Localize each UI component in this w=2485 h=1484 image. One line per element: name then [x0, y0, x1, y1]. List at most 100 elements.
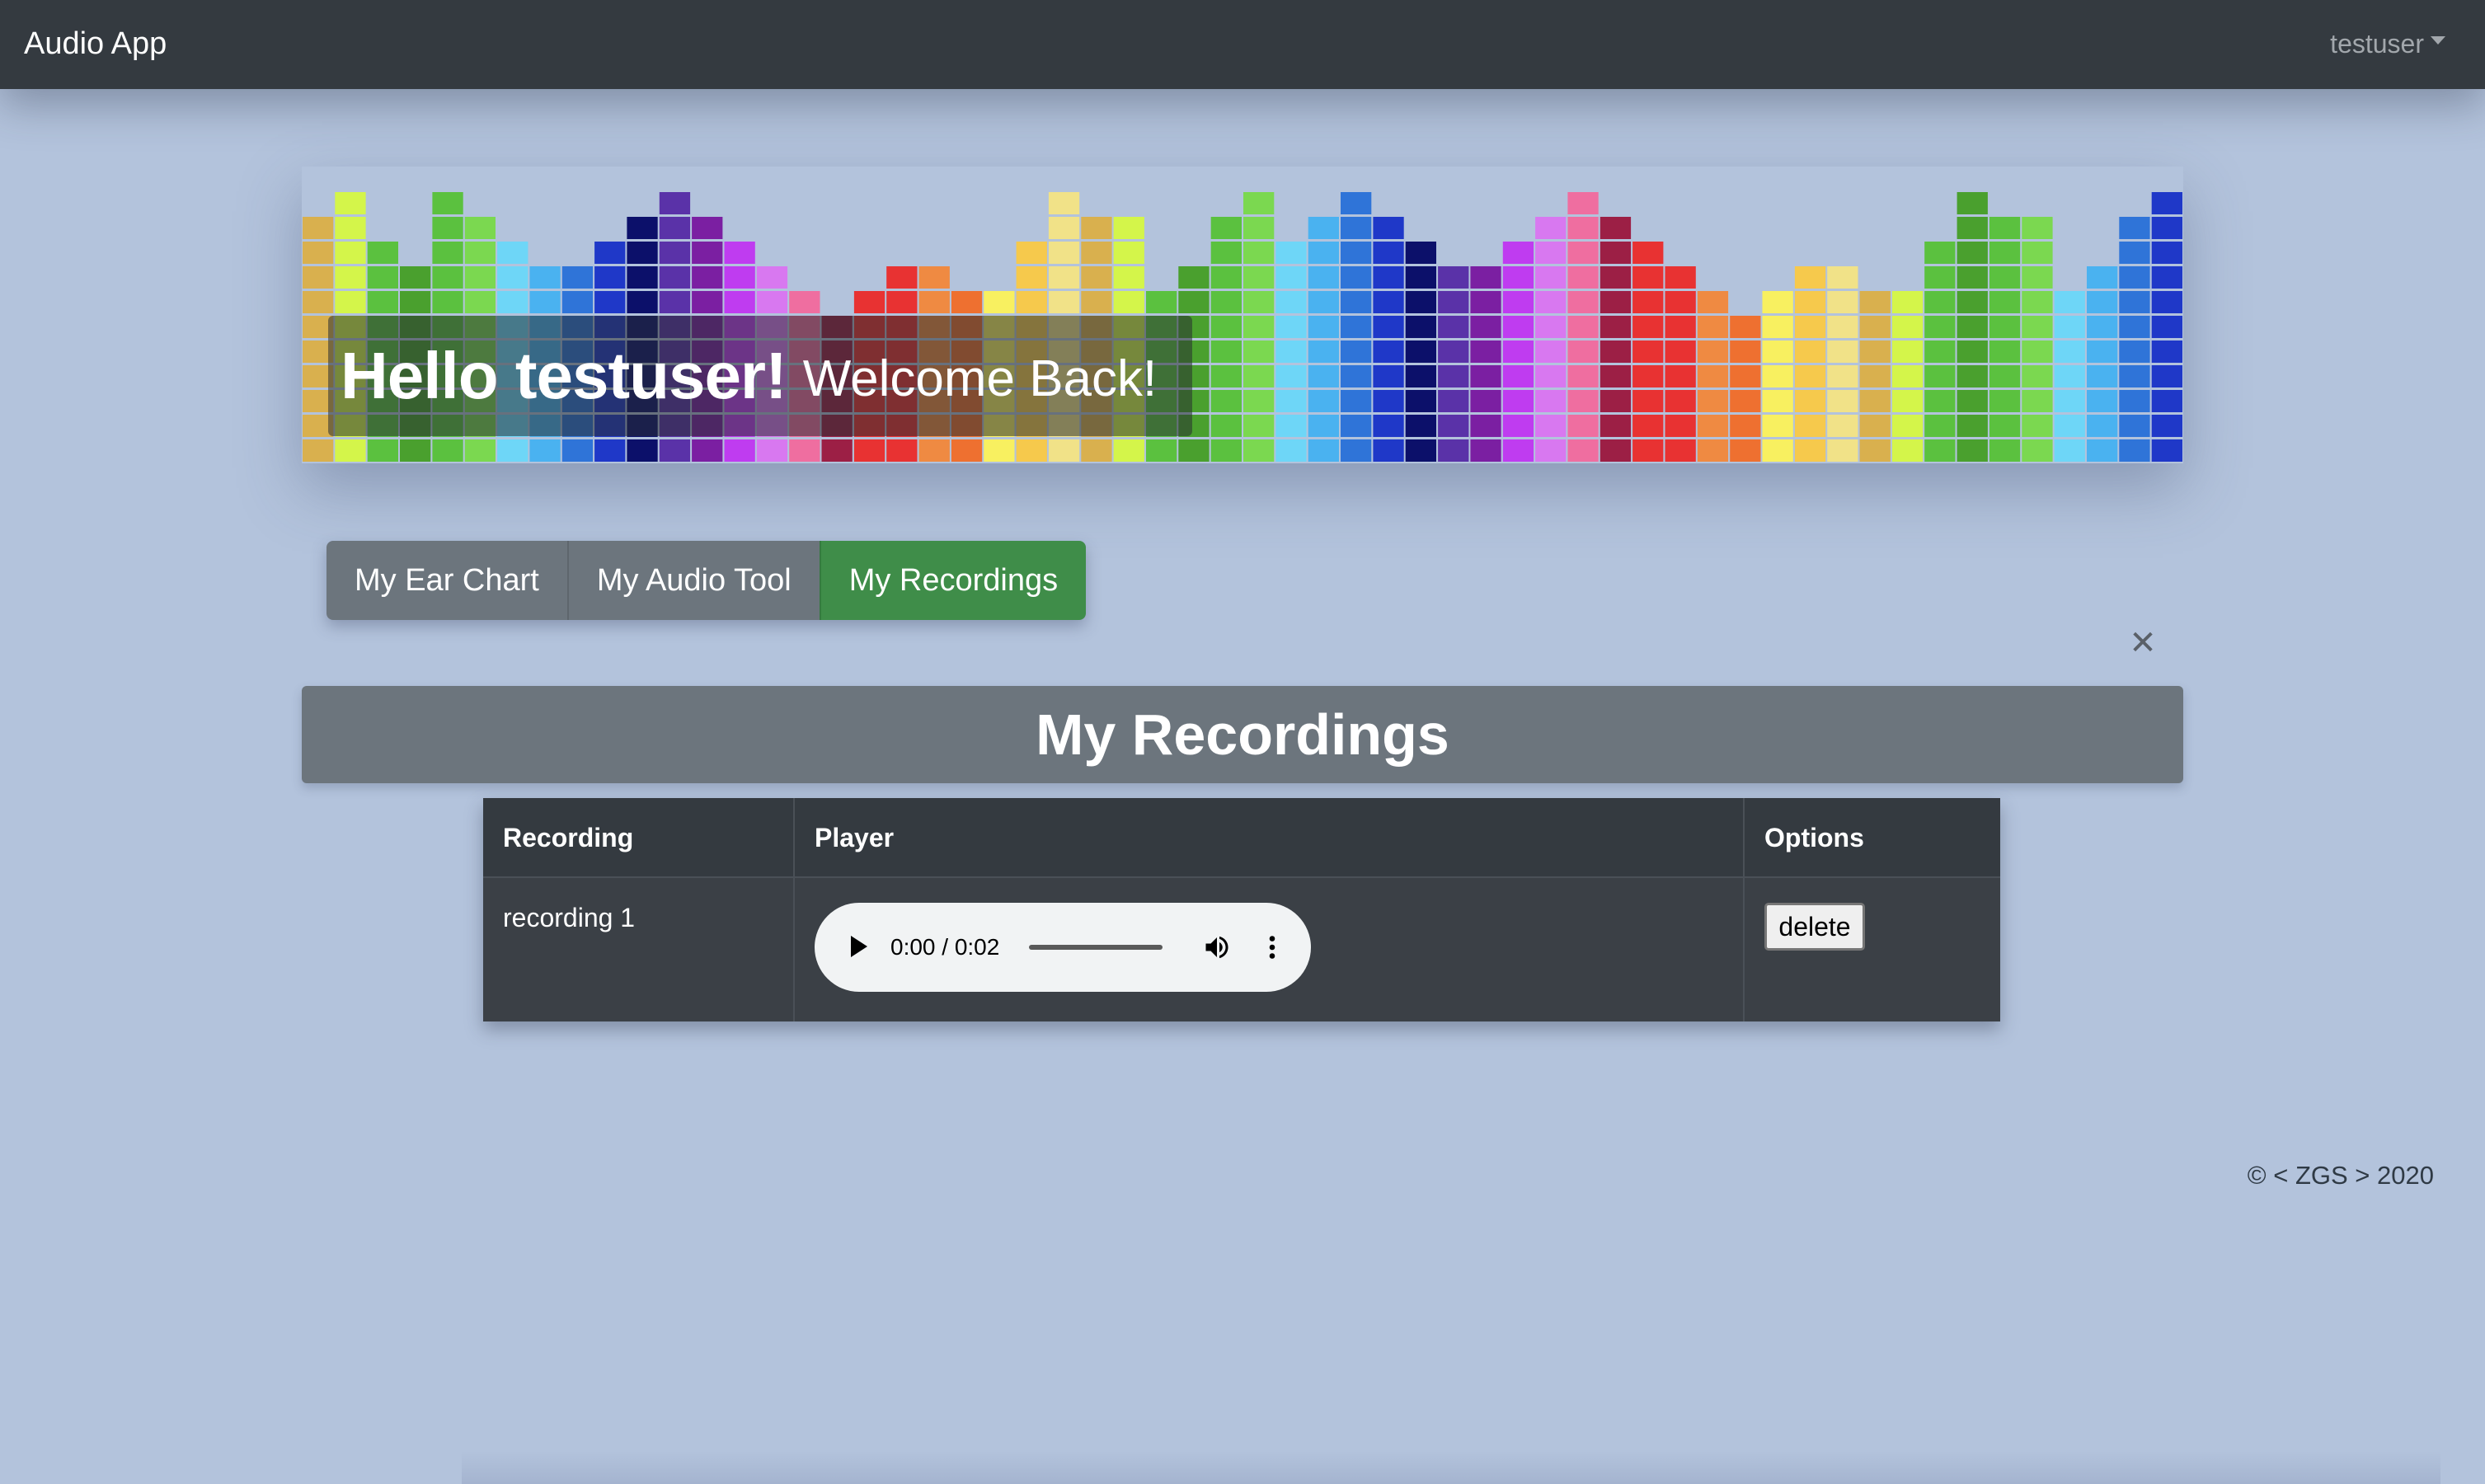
- play-icon[interactable]: [851, 936, 867, 957]
- tab-my-ear-chart[interactable]: My Ear Chart: [326, 541, 567, 620]
- equalizer-segment: [1891, 439, 1924, 462]
- equalizer-segment: [2119, 217, 2150, 239]
- equalizer-segment: [1146, 291, 1177, 313]
- equalizer-segment: [1275, 266, 1307, 289]
- equalizer-segment: [1178, 291, 1210, 313]
- equalizer-segment: [853, 439, 885, 462]
- equalizer-segment: [1924, 291, 1956, 313]
- equalizer-segment: [1048, 439, 1080, 462]
- audio-player[interactable]: 0:00 / 0:02: [815, 903, 1311, 992]
- equalizer-segment: [1827, 390, 1858, 412]
- equalizer-segment: [1275, 316, 1307, 338]
- equalizer-segment: [2022, 242, 2053, 264]
- equalizer-segment: [756, 266, 788, 289]
- equalizer-segment: [1275, 291, 1307, 313]
- equalizer-segment: [886, 266, 918, 289]
- equalizer-segment: [2151, 192, 2182, 214]
- tab-my-audio-tool[interactable]: My Audio Tool: [566, 541, 820, 620]
- equalizer-segment: [1665, 291, 1696, 313]
- brand-link[interactable]: Audio App: [24, 23, 167, 64]
- equalizer-segment: [1632, 390, 1664, 412]
- equalizer-segment: [2087, 340, 2118, 363]
- equalizer-segment: [1502, 316, 1534, 338]
- equalizer-segment: [1438, 316, 1469, 338]
- recordings-table: Recording Player Options recording 1 0:0…: [483, 798, 2000, 1021]
- equalizer-segment: [594, 266, 626, 289]
- equalizer-segment: [1405, 439, 1436, 462]
- equalizer-segment: [756, 439, 788, 462]
- equalizer-segment: [1081, 242, 1112, 264]
- equalizer-segment: [1567, 316, 1599, 338]
- equalizer-segment: [1794, 390, 1826, 412]
- equalizer-segment: [1502, 365, 1534, 387]
- equalizer-segment: [1924, 365, 1956, 387]
- equalizer-segment: [1632, 415, 1664, 437]
- equalizer-segment: [1081, 217, 1112, 239]
- equalizer-segment: [432, 242, 463, 264]
- equalizer-segment: [1859, 415, 1891, 437]
- equalizer-segment: [2151, 415, 2182, 437]
- equalizer-segment: [1535, 390, 1567, 412]
- greeting-box: Hello testuser! Welcome Back!: [328, 316, 1192, 436]
- equalizer-segment: [692, 242, 723, 264]
- equalizer-segment: [303, 217, 334, 239]
- equalizer-segment: [303, 291, 334, 313]
- equalizer-segment: [1924, 415, 1956, 437]
- equalizer-segment: [1989, 291, 2021, 313]
- equalizer-segment: [335, 439, 366, 462]
- more-vert-icon[interactable]: [1265, 932, 1280, 969]
- equalizer-segment: [1308, 340, 1339, 363]
- equalizer-segment: [1308, 291, 1339, 313]
- equalizer-segment: [1762, 316, 1793, 338]
- equalizer-segment: [1341, 340, 1372, 363]
- equalizer-segment: [1373, 439, 1404, 462]
- equalizer-segment: [2119, 242, 2150, 264]
- equalizer-segment: [1373, 415, 1404, 437]
- equalizer-segment: [1535, 365, 1567, 387]
- equalizer-segment: [2054, 439, 2085, 462]
- equalizer-segment: [1924, 390, 1956, 412]
- delete-button[interactable]: delete: [1764, 903, 1865, 951]
- equalizer-segment: [1632, 242, 1664, 264]
- equalizer-segment: [1341, 365, 1372, 387]
- equalizer-segment: [1113, 266, 1144, 289]
- equalizer-segment: [2022, 390, 2053, 412]
- equalizer-segment: [1924, 340, 1956, 363]
- equalizer-segment: [1762, 291, 1793, 313]
- equalizer-segment: [1016, 266, 1047, 289]
- equalizer-segment: [1210, 316, 1242, 338]
- tab-my-recordings[interactable]: My Recordings: [819, 541, 1087, 620]
- equalizer-segment: [1308, 242, 1339, 264]
- equalizer-segment: [1341, 439, 1372, 462]
- equalizer-segment: [1048, 242, 1080, 264]
- equalizer-segment: [1535, 242, 1567, 264]
- user-name: testuser: [2330, 29, 2424, 59]
- equalizer-segment: [1957, 217, 1988, 239]
- audio-progress-bar[interactable]: [1029, 945, 1163, 950]
- equalizer-segment: [2087, 439, 2118, 462]
- equalizer-segment: [497, 266, 528, 289]
- equalizer-segment: [2022, 266, 2053, 289]
- equalizer-segment: [918, 291, 950, 313]
- equalizer-segment: [432, 266, 463, 289]
- equalizer-segment: [2151, 266, 2182, 289]
- equalizer-segment: [2151, 217, 2182, 239]
- volume-icon[interactable]: [1202, 932, 1232, 969]
- equalizer-segment: [627, 242, 658, 264]
- close-icon[interactable]: ✕: [2129, 625, 2157, 661]
- equalizer-segment: [1794, 340, 1826, 363]
- equalizer-segment: [692, 266, 723, 289]
- user-menu-dropdown[interactable]: testuser: [2330, 25, 2445, 63]
- equalizer-segment: [1341, 390, 1372, 412]
- equalizer-segment: [497, 242, 528, 264]
- equalizer-segment: [1567, 439, 1599, 462]
- equalizer-segment: [1535, 439, 1567, 462]
- equalizer-segment: [2119, 439, 2150, 462]
- equalizer-segment: [1600, 390, 1632, 412]
- equalizer-segment: [984, 291, 1015, 313]
- equalizer-segment: [1600, 316, 1632, 338]
- equalizer-segment: [756, 291, 788, 313]
- equalizer-segment: [1502, 266, 1534, 289]
- equalizer-segment: [2087, 390, 2118, 412]
- equalizer-segment: [464, 266, 496, 289]
